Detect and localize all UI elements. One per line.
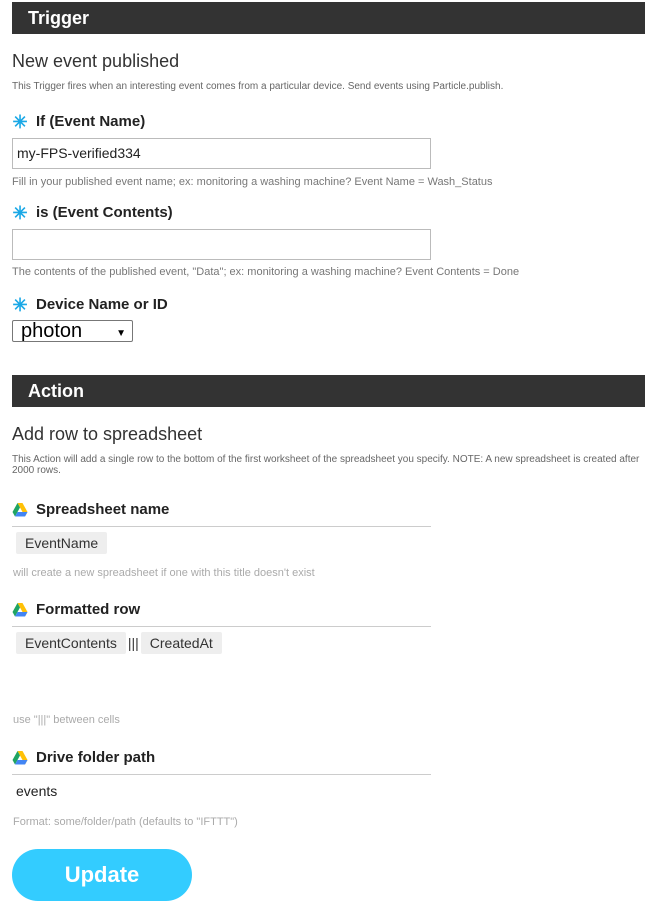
event-contents-label: ✳ is (Event Contents) [12, 202, 173, 223]
caret-down-icon: ▼ [116, 328, 126, 339]
device-select-value: photon [21, 320, 83, 342]
formatted-row-help: use "|||" between cells [13, 714, 120, 726]
event-name-label-text: If (Event Name) [36, 113, 146, 130]
cell-separator: ||| [127, 635, 139, 651]
asterisk-icon: ✳ [12, 202, 28, 223]
trigger-title: New event published [12, 51, 180, 71]
device-label: ✳ Device Name or ID [12, 294, 168, 315]
spreadsheet-name-label: Spreadsheet name [12, 501, 169, 518]
drive-folder-value: events [16, 783, 58, 799]
device-select[interactable]: photon ▼ [12, 320, 133, 342]
device-label-text: Device Name or ID [36, 296, 168, 313]
trigger-description: This Trigger fires when an interesting e… [12, 81, 504, 92]
event-name-label: ✳ If (Event Name) [12, 111, 146, 132]
trigger-section-header: Trigger [12, 2, 645, 34]
formatted-row-label-text: Formatted row [36, 601, 141, 618]
asterisk-icon: ✳ [12, 111, 28, 132]
ingredient-pill[interactable]: CreatedAt [140, 632, 222, 654]
spreadsheet-name-field[interactable]: EventName [12, 526, 431, 567]
ingredient-pill[interactable]: EventContents [16, 632, 126, 654]
action-section-header: Action [12, 375, 645, 407]
spreadsheet-name-help: will create a new spreadsheet if one wit… [13, 567, 315, 579]
action-title: Add row to spreadsheet [12, 424, 203, 444]
ingredient-pill[interactable]: EventName [16, 532, 108, 554]
google-drive-icon [12, 750, 28, 766]
event-contents-help: The contents of the published event, "Da… [12, 266, 520, 278]
event-contents-label-text: is (Event Contents) [36, 204, 173, 221]
google-drive-icon [12, 502, 28, 518]
google-drive-icon [12, 602, 28, 618]
formatted-row-label: Formatted row [12, 601, 140, 618]
formatted-row-field[interactable]: EventContents ||| CreatedAt [12, 626, 431, 711]
event-name-input[interactable]: my-FPS-verified334 [12, 138, 431, 169]
event-name-help: Fill in your published event name; ex: m… [12, 176, 493, 188]
spreadsheet-name-label-text: Spreadsheet name [36, 501, 170, 518]
drive-folder-label-text: Drive folder path [36, 749, 156, 766]
asterisk-icon: ✳ [12, 294, 28, 315]
event-contents-input[interactable] [12, 229, 431, 260]
action-description: This Action will add a single row to the… [12, 454, 640, 476]
drive-folder-label: Drive folder path [12, 749, 155, 766]
drive-folder-field[interactable]: events [12, 774, 431, 809]
update-button[interactable]: Update [12, 849, 192, 901]
drive-folder-help: Format: some/folder/path (defaults to "I… [13, 816, 238, 828]
